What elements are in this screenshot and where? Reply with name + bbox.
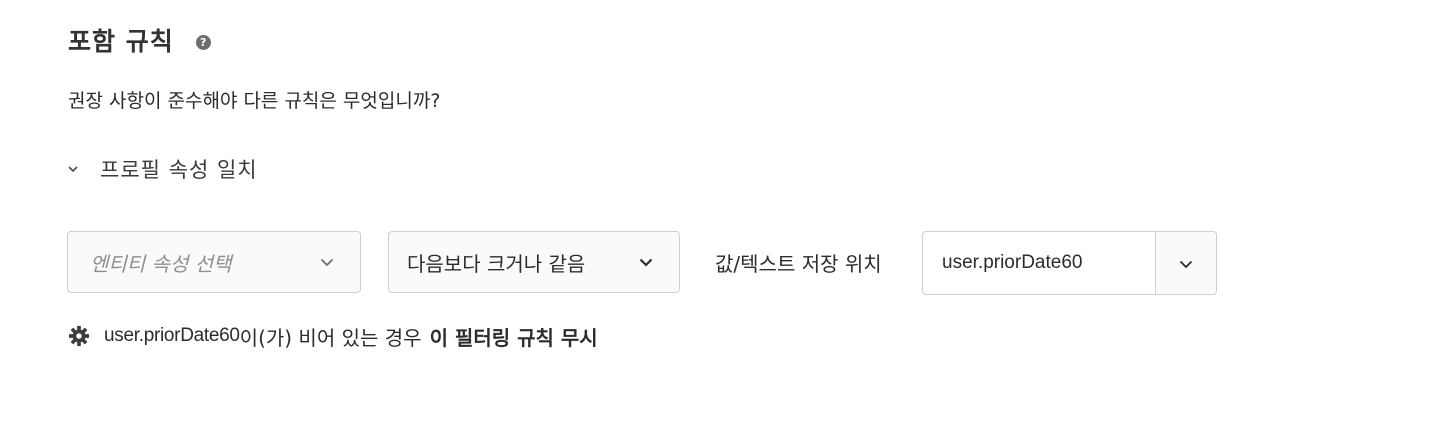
entity-attribute-placeholder: 엔티티 속성 선택 xyxy=(90,251,232,276)
operator-selected-value: 다음보다 크거나 같음 xyxy=(407,251,586,276)
profile-match-toggle[interactable]: 프로필 속성 일치 xyxy=(66,154,258,184)
section-header: 포함 규칙 ? xyxy=(68,22,211,58)
question-mark-icon[interactable]: ? xyxy=(195,34,211,50)
chevron-down-icon xyxy=(318,253,336,271)
chevron-down-icon xyxy=(637,253,655,271)
ignore-rule-text: 이 필터링 규칙 무시 xyxy=(429,325,598,350)
section-title: 포함 규칙 xyxy=(68,27,174,56)
ignore-if-empty-row: user.priorDate60 이(가) 비어 있는 경우 이 필터링 규칙 … xyxy=(68,320,598,352)
chevron-down-icon xyxy=(1179,254,1193,273)
value-source-label: 값/텍스트 저장 위치 xyxy=(715,252,882,276)
value-input[interactable] xyxy=(922,231,1156,295)
chevron-down-icon xyxy=(66,162,80,176)
rule-question: 권장 사항이 준수해야 다른 규칙은 무엇입니까? xyxy=(68,90,441,112)
entity-attribute-select[interactable]: 엔티티 속성 선택 xyxy=(67,231,361,293)
operator-select[interactable]: 다음보다 크거나 같음 xyxy=(388,231,680,293)
value-dropdown-button[interactable] xyxy=(1155,231,1217,295)
ignore-condition-text: 이(가) 비어 있는 경우 xyxy=(239,325,422,350)
ignore-variable-name: user.priorDate60 xyxy=(104,325,240,346)
gear-icon[interactable] xyxy=(68,325,90,347)
profile-match-label: 프로필 속성 일치 xyxy=(100,158,258,182)
